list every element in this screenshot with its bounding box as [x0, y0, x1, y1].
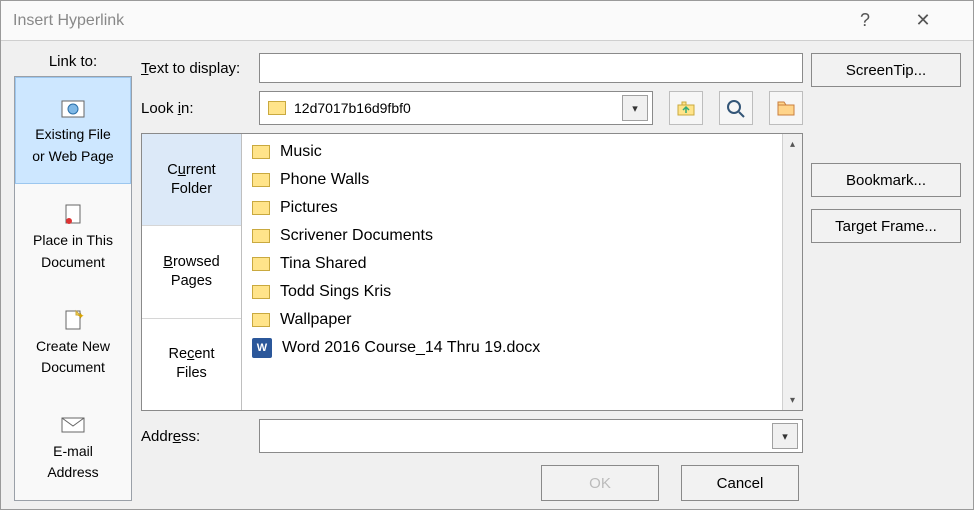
svg-text:✦: ✦: [77, 311, 84, 321]
text-to-display-label: Text to display:: [141, 60, 249, 77]
browse-area: Current Folder Browsed Pages Recent: [141, 133, 803, 411]
target-frame-button[interactable]: Target Frame...: [811, 209, 961, 243]
link-to-item-line1: Create New: [36, 338, 110, 356]
file-name: Wallpaper: [280, 311, 351, 329]
look-in-dropdown-button[interactable]: ▾: [622, 95, 648, 121]
scroll-down-button[interactable]: ▾: [785, 392, 801, 408]
right-button-column: ScreenTip... Bookmark... Target Frame...: [811, 53, 961, 501]
link-to-create-new-document[interactable]: ✦ Create New Document: [15, 290, 131, 395]
list-item[interactable]: Pictures: [242, 194, 782, 222]
list-item[interactable]: Music: [242, 138, 782, 166]
folder-icon: [268, 101, 286, 115]
file-name: Todd Sings Kris: [280, 283, 391, 301]
link-to-existing-file[interactable]: Existing File or Web Page: [15, 77, 131, 184]
browse-web-button[interactable]: [719, 91, 753, 125]
email-icon: [60, 413, 86, 439]
link-to-item-line1: Existing File: [35, 126, 110, 144]
new-document-icon: ✦: [60, 308, 86, 334]
folder-icon: [252, 285, 270, 299]
folder-icon: [252, 201, 270, 215]
text-to-display-input[interactable]: [259, 53, 803, 83]
link-to-item-line1: Place in This: [33, 232, 113, 250]
bookmark-button[interactable]: Bookmark...: [811, 163, 961, 197]
folder-icon: [252, 173, 270, 187]
insert-hyperlink-dialog: Insert Hyperlink ? ✕ Link to: Existing F…: [0, 0, 974, 510]
list-item[interactable]: Todd Sings Kris: [242, 278, 782, 306]
help-button[interactable]: ?: [845, 5, 885, 37]
link-to-column: Link to: Existing File or Web Page: [13, 53, 133, 501]
file-name: Music: [280, 143, 322, 161]
list-item[interactable]: W Word 2016 Course_14 Thru 19.docx: [242, 334, 782, 362]
folder-icon: [252, 229, 270, 243]
dialog-body: Link to: Existing File or Web Page: [1, 41, 973, 509]
link-to-label: Link to:: [49, 53, 97, 70]
document-place-icon: [60, 202, 86, 228]
scroll-up-button[interactable]: ▴: [785, 136, 801, 152]
file-list[interactable]: Music Phone Walls Pictures Scrivener Docume…: [242, 134, 782, 410]
list-item[interactable]: Phone Walls: [242, 166, 782, 194]
word-document-icon: W: [252, 338, 272, 358]
list-item[interactable]: Scrivener Documents: [242, 222, 782, 250]
screentip-button[interactable]: ScreenTip...: [811, 53, 961, 87]
tab-recent-files[interactable]: Recent Files: [142, 319, 241, 410]
link-to-panel: Existing File or Web Page Place in This …: [14, 76, 132, 501]
list-item[interactable]: Wallpaper: [242, 306, 782, 334]
link-to-email-address[interactable]: E-mail Address: [15, 395, 131, 500]
link-to-item-line2: Address: [47, 464, 98, 482]
address-label: Address:: [141, 428, 249, 445]
look-in-value: 12d7017b16d9fbf0: [294, 100, 614, 116]
dialog-footer: OK Cancel: [141, 461, 803, 501]
link-to-item-line2: or Web Page: [32, 148, 113, 166]
folder-icon: [252, 313, 270, 327]
titlebar: Insert Hyperlink ? ✕: [1, 1, 973, 41]
up-one-level-button[interactable]: [669, 91, 703, 125]
browse-tabs: Current Folder Browsed Pages Recent: [142, 134, 242, 410]
titlebar-controls: ? ✕: [845, 5, 965, 37]
link-to-place-in-document[interactable]: Place in This Document: [15, 184, 131, 289]
file-name: Pictures: [280, 199, 338, 217]
link-to-item-line2: Document: [41, 359, 105, 377]
address-row: Address: ▾: [141, 419, 803, 453]
cancel-button[interactable]: Cancel: [681, 465, 799, 501]
folder-icon: [252, 145, 270, 159]
close-button[interactable]: ✕: [903, 5, 943, 37]
ok-button[interactable]: OK: [541, 465, 659, 501]
center-column: Text to display: Look in: 12d7017b16d9fb…: [141, 53, 803, 501]
file-list-scrollbar[interactable]: ▴ ▾: [782, 134, 802, 410]
link-to-item-line2: Document: [41, 254, 105, 272]
file-name: Scrivener Documents: [280, 227, 433, 245]
tab-browsed-pages[interactable]: Browsed Pages: [142, 226, 241, 318]
link-to-item-line1: E-mail: [53, 443, 93, 461]
folder-icon: [252, 257, 270, 271]
dialog-title: Insert Hyperlink: [13, 12, 845, 30]
tab-current-folder[interactable]: Current Folder: [142, 134, 241, 226]
address-combobox[interactable]: ▾: [259, 419, 803, 453]
look-in-row: Look in: 12d7017b16d9fbf0 ▾: [141, 91, 803, 125]
web-page-icon: [60, 96, 86, 122]
file-name: Phone Walls: [280, 171, 369, 189]
text-to-display-row: Text to display:: [141, 53, 803, 83]
look-in-label: Look in:: [141, 100, 249, 117]
file-name: Word 2016 Course_14 Thru 19.docx: [282, 339, 540, 357]
look-in-combobox[interactable]: 12d7017b16d9fbf0 ▾: [259, 91, 653, 125]
file-name: Tina Shared: [280, 255, 367, 273]
address-dropdown-button[interactable]: ▾: [772, 423, 798, 449]
browse-file-button[interactable]: [769, 91, 803, 125]
list-item[interactable]: Tina Shared: [242, 250, 782, 278]
